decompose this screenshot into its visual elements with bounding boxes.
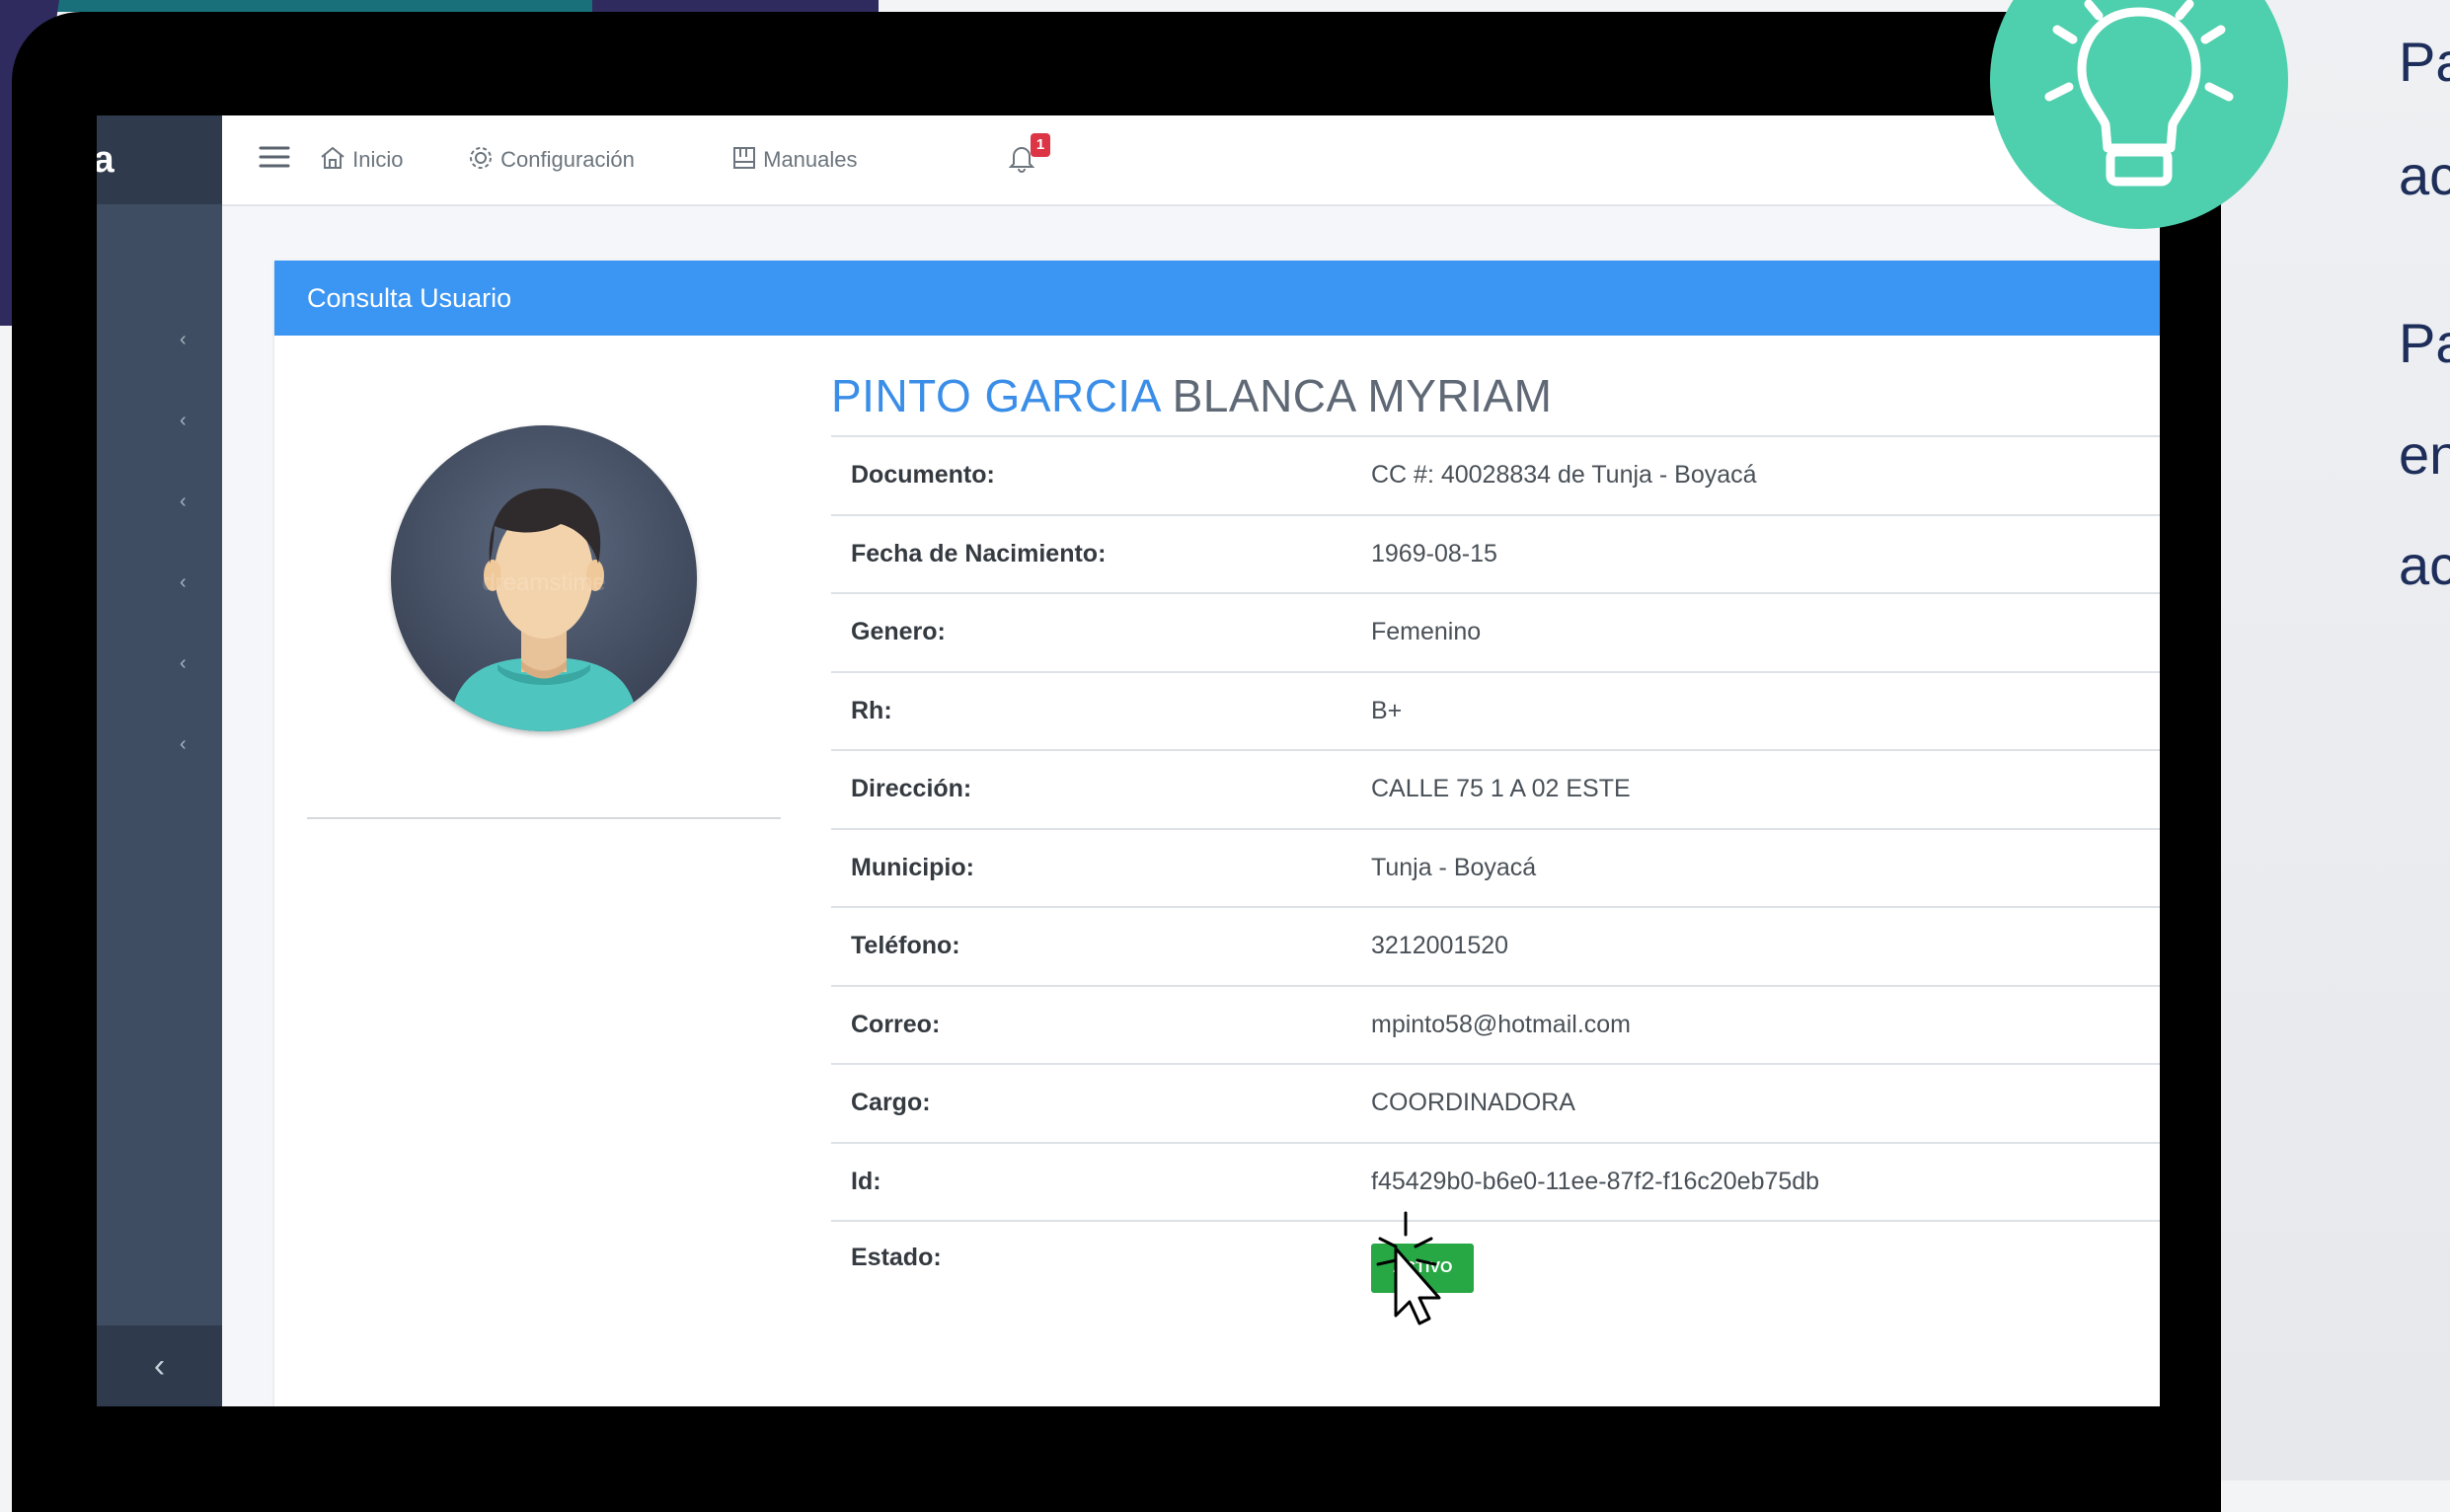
book-icon — [733, 147, 755, 169]
side-text-line-4: en — [2399, 423, 2450, 486]
card-header: Consulta Usuario — [274, 261, 2160, 336]
nav-manuales[interactable]: Manuales — [731, 115, 858, 204]
table-row: Estado: ACTIVO — [831, 1221, 2160, 1320]
user-last-name: PINTO GARCIA — [831, 370, 1160, 421]
field-value-documento: CC #: 40028834 de Tunja - Boyacá — [1370, 437, 2160, 516]
user-detail-card: Consulta Usuario dreamstime PINTO GARCIA — [274, 261, 2160, 1406]
field-value-rh: B+ — [1370, 671, 2160, 751]
sidebar-item-1-chevron-icon[interactable]: ‹ — [180, 329, 187, 351]
field-label-telefono: Teléfono: — [831, 907, 1370, 987]
side-text-line-2: ac — [2399, 144, 2450, 206]
field-label-correo: Correo: — [831, 985, 1370, 1065]
table-row: Cargo: COORDINADORA — [831, 1064, 2160, 1144]
user-full-name: PINTO GARCIA BLANCA MYRIAM — [831, 369, 1552, 422]
side-text-line-3: Pa — [2399, 312, 2450, 374]
field-value-estado: ACTIVO — [1370, 1221, 2160, 1320]
card-divider — [307, 817, 781, 819]
hamburger-icon[interactable] — [259, 115, 294, 204]
field-value-municipio: Tunja - Boyacá — [1370, 828, 2160, 908]
sidebar-item-3-chevron-icon[interactable]: ‹ — [180, 491, 187, 513]
field-label-municipio: Municipio: — [831, 828, 1370, 908]
nav-inicio[interactable]: Inicio — [319, 115, 403, 204]
field-label-rh: Rh: — [831, 671, 1370, 751]
sidebar-item-4-chevron-icon[interactable]: ‹ — [180, 571, 187, 594]
table-row: Municipio: Tunja - Boyacá — [831, 828, 2160, 908]
field-label-id: Id: — [831, 1142, 1370, 1222]
field-label-documento: Documento: — [831, 437, 1370, 516]
top-navbar: Inicio Configuración Manuales 1 AD — [222, 115, 2160, 206]
sidebar-item-6-chevron-icon[interactable]: ‹ — [180, 733, 187, 756]
table-row: Id: f45429b0-b6e0-11ee-87f2-f16c20eb75db — [831, 1142, 2160, 1222]
field-value-genero: Femenino — [1370, 593, 2160, 673]
nav-configuracion[interactable]: Configuración — [467, 115, 635, 204]
field-value-telefono: 3212001520 — [1370, 907, 2160, 987]
user-first-name: BLANCA MYRIAM — [1172, 370, 1553, 421]
nav-manuales-label: Manuales — [763, 147, 858, 172]
avatar: dreamstime — [391, 425, 697, 731]
sidebar-item-5-chevron-icon[interactable]: ‹ — [180, 652, 187, 675]
field-label-cargo: Cargo: — [831, 1064, 1370, 1144]
app-screen: ja ‹ ‹ ‹ ‹ ‹ ‹ ‹ Inicio Configuración — [97, 115, 2160, 1406]
notification-badge: 1 — [1031, 133, 1050, 157]
nav-configuracion-label: Configuración — [500, 147, 635, 172]
decorative-bar-teal — [0, 0, 592, 12]
home-icon — [321, 146, 345, 169]
field-value-fecha-nacimiento: 1969-08-15 — [1370, 514, 2160, 594]
table-row: Teléfono: 3212001520 — [831, 907, 2160, 987]
mouse-cursor-icon — [1376, 1211, 1441, 1325]
side-text-line-1: Pa — [2399, 31, 2450, 93]
lightbulb-badge — [1990, 0, 2288, 229]
user-info-table: Documento: CC #: 40028834 de Tunja - Boya… — [831, 437, 2160, 1320]
field-value-id: f45429b0-b6e0-11ee-87f2-f16c20eb75db — [1370, 1142, 2160, 1222]
sidebar: ja ‹ ‹ ‹ ‹ ‹ ‹ ‹ — [97, 115, 222, 1406]
field-label-estado: Estado: — [851, 1244, 942, 1271]
field-value-correo: mpinto58@hotmail.com — [1370, 985, 2160, 1065]
field-label-fecha-nacimiento: Fecha de Nacimiento: — [831, 514, 1370, 594]
side-text-line-5: ac — [2399, 534, 2450, 596]
sidebar-collapse-button[interactable]: ‹ — [97, 1325, 222, 1406]
brand-label: ja — [97, 139, 115, 181]
laptop-frame: ja ‹ ‹ ‹ ‹ ‹ ‹ ‹ Inicio Configuración — [12, 12, 2221, 1512]
sidebar-brand[interactable]: ja — [97, 115, 222, 204]
field-value-cargo: COORDINADORA — [1370, 1064, 2160, 1144]
table-row: Genero: Femenino — [831, 593, 2160, 673]
field-value-direccion: CALLE 75 1 A 02 ESTE — [1370, 750, 2160, 830]
lightbulb-icon — [2044, 0, 2234, 187]
sidebar-item-2-chevron-icon[interactable]: ‹ — [180, 410, 187, 432]
nav-inicio-label: Inicio — [352, 147, 404, 172]
table-row: Correo: mpinto58@hotmail.com — [831, 985, 2160, 1065]
avatar-watermark: dreamstime — [482, 569, 605, 596]
table-row: Documento: CC #: 40028834 de Tunja - Boya… — [831, 437, 2160, 516]
table-row: Rh: B+ — [831, 671, 2160, 751]
table-row: Dirección: CALLE 75 1 A 02 ESTE — [831, 750, 2160, 830]
field-label-direccion: Dirección: — [831, 750, 1370, 830]
field-label-genero: Genero: — [831, 593, 1370, 673]
notifications-bell[interactable]: 1 — [1008, 115, 1050, 204]
table-row: Fecha de Nacimiento: 1969-08-15 — [831, 514, 2160, 594]
gear-icon — [470, 147, 492, 169]
decorative-bar-navy — [592, 0, 879, 12]
